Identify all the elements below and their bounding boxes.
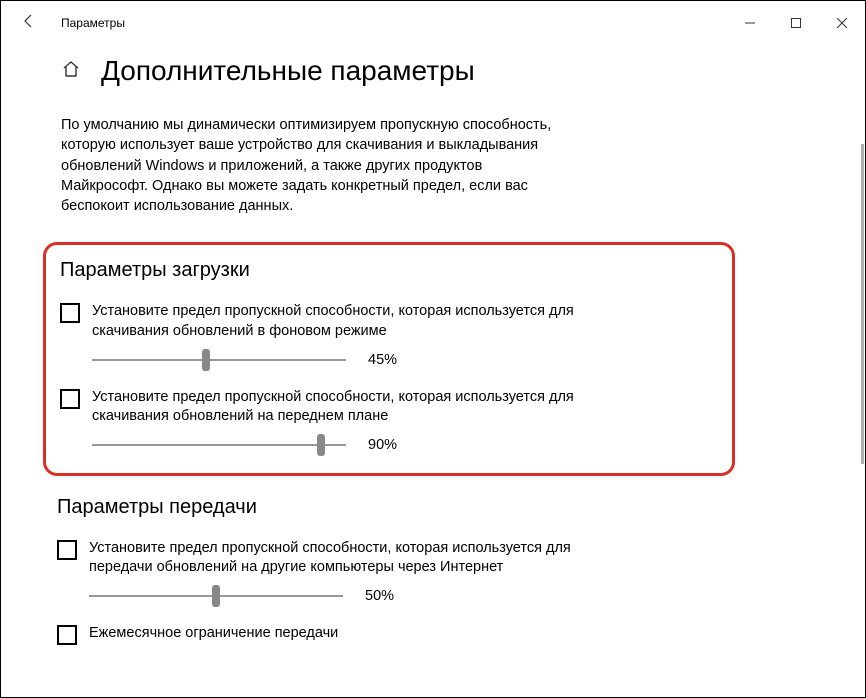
upload-limit-checkbox[interactable] xyxy=(57,540,77,560)
download-section-title: Параметры загрузки xyxy=(60,259,718,282)
monthly-limit-label: Ежемесячное ограничение передачи xyxy=(89,624,338,644)
upload-limit-slider[interactable] xyxy=(89,586,343,606)
monthly-limit-checkbox[interactable] xyxy=(57,625,77,645)
close-button[interactable] xyxy=(819,7,865,39)
background-limit-label: Установите предел пропускной способности… xyxy=(92,302,612,341)
upload-limit-value: 50% xyxy=(365,588,394,604)
upload-section-title: Параметры передачи xyxy=(57,496,805,519)
foreground-limit-slider[interactable] xyxy=(92,435,346,455)
upload-limit-label: Установите предел пропускной способности… xyxy=(89,539,609,578)
foreground-limit-checkbox[interactable] xyxy=(60,389,80,409)
foreground-limit-label: Установите предел пропускной способности… xyxy=(92,388,612,427)
window-title: Параметры xyxy=(61,16,125,30)
background-limit-checkbox[interactable] xyxy=(60,303,80,323)
maximize-button[interactable] xyxy=(773,7,819,39)
back-button[interactable] xyxy=(21,13,37,34)
download-section-highlight: Параметры загрузки Установите предел про… xyxy=(43,242,735,475)
background-limit-slider[interactable] xyxy=(92,350,346,370)
background-limit-value: 45% xyxy=(368,352,397,368)
page-title: Дополнительные параметры xyxy=(101,55,475,87)
minimize-button[interactable] xyxy=(727,7,773,39)
page-description: По умолчанию мы динамически оптимизируем… xyxy=(61,115,571,216)
foreground-limit-value: 90% xyxy=(368,437,397,453)
home-icon[interactable] xyxy=(61,59,81,84)
